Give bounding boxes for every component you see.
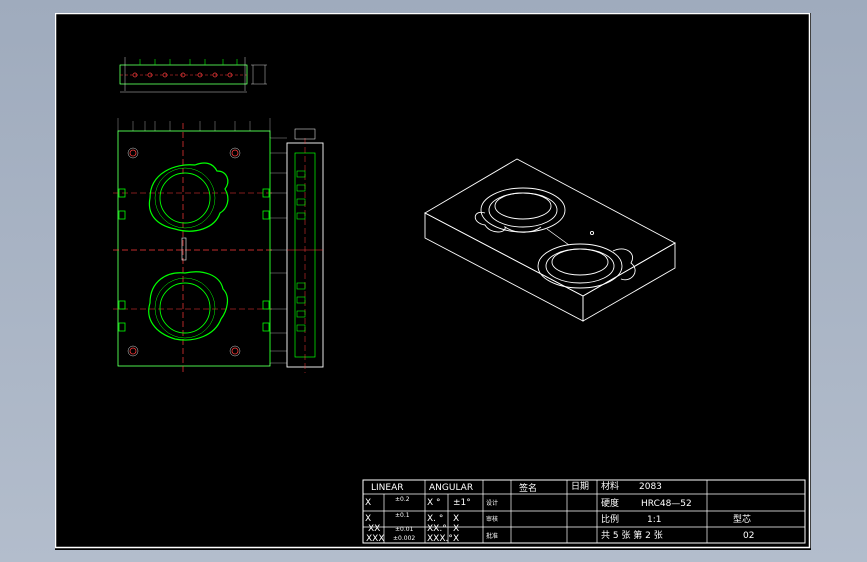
tol-angular: X ° (427, 498, 441, 508)
tolerance-table: X ±0.2 X ° ±1° X ±0.1 X. ° X XX ±0.01 XX… (365, 496, 471, 544)
title-block: LINEAR ANGULAR 签名 日期 材料 2083 硬度 HRC48—52… (362, 479, 806, 544)
tol-angular-value: ±1° (453, 498, 471, 508)
role-approve: 批准 (486, 532, 498, 540)
tol-angular-value: X (453, 514, 459, 524)
tol-linear: X (365, 498, 371, 508)
tol-linear: XXX (366, 534, 385, 544)
tol-linear-value: ±0.01 (395, 526, 414, 533)
tol-angular: XX.° (427, 524, 447, 534)
tol-angular-value: X (453, 534, 459, 544)
scale-label: 比例 (601, 513, 619, 525)
top-strip-view (119, 57, 267, 93)
tol-linear-value: ±0.2 (395, 496, 410, 503)
plan-view (113, 118, 287, 373)
drawing-svg: LINEAR ANGULAR 签名 日期 材料 2083 硬度 HRC48—52… (55, 13, 811, 549)
hardness-value: HRC48—52 (641, 499, 692, 509)
tol-angular: XXX.° (427, 534, 453, 544)
sheet-info: 共 5 张 第 2 张 (601, 529, 663, 541)
linear-header: LINEAR (371, 483, 404, 493)
cad-viewport[interactable]: LINEAR ANGULAR 签名 日期 材料 2083 硬度 HRC48—52… (0, 0, 867, 562)
part-name: 型芯 (733, 513, 751, 525)
role-design: 设计 (486, 499, 498, 507)
isometric-view (424, 158, 676, 322)
sign-header: 签名 (519, 482, 537, 494)
hardness-label: 硬度 (601, 497, 619, 509)
side-section-view (286, 128, 324, 373)
tol-angular-value: X (453, 524, 459, 534)
tol-angular: X. ° (427, 514, 443, 524)
scale-value: 1:1 (647, 515, 661, 525)
tol-linear-value: ±0.002 (393, 535, 415, 542)
tol-linear-value: ±0.1 (395, 512, 410, 519)
role-review: 审核 (486, 515, 498, 523)
date-header: 日期 (571, 481, 589, 492)
material-label: 材料 (601, 480, 619, 492)
drawing-sheet[interactable]: LINEAR ANGULAR 签名 日期 材料 2083 硬度 HRC48—52… (55, 13, 811, 550)
drawing-number: 02 (743, 531, 754, 541)
material-value: 2083 (639, 482, 662, 492)
angular-header: ANGULAR (429, 483, 473, 493)
sheet-border (55, 13, 811, 549)
tol-linear: XX (368, 524, 380, 534)
tol-linear: X (365, 514, 371, 524)
